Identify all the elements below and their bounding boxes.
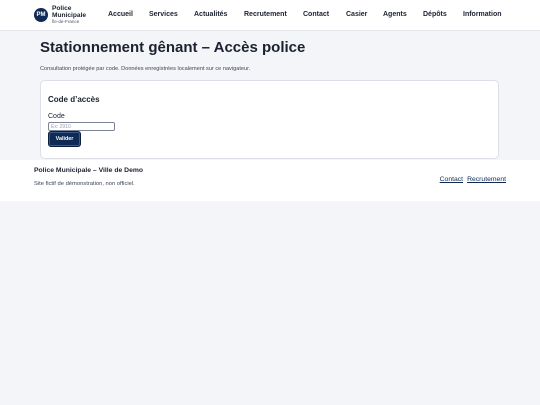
nav-item-casier[interactable]: Casier	[346, 11, 367, 18]
nav-item-services[interactable]: Services	[149, 11, 178, 18]
nav-item-information[interactable]: Information	[463, 11, 502, 18]
nav-item-actualites[interactable]: Actualités	[194, 11, 227, 18]
footer-links: Contact Recrutement	[440, 176, 506, 183]
code-label: Code	[48, 113, 65, 120]
site-footer: Police Municipale – Ville de Demo Site f…	[0, 160, 540, 201]
nav-item-depots[interactable]: Dépôts	[423, 11, 447, 18]
footer-title: Police Municipale – Ville de Demo	[34, 167, 144, 174]
footer-note: Site fictif de démonstration, non offici…	[34, 181, 135, 187]
nav-item-contact[interactable]: Contact	[303, 11, 329, 18]
site-header: PM Police Municipale Île-de-France Accue…	[0, 0, 540, 31]
card-title: Code d’accès	[48, 95, 100, 104]
page-description: Consultation protégée par code. Données …	[40, 66, 251, 72]
main-nav: Accueil Services Actualités Recrutement …	[0, 0, 540, 31]
nav-item-recrutement[interactable]: Recrutement	[244, 11, 287, 18]
footer-link-contact[interactable]: Contact	[440, 176, 463, 183]
nav-item-agents[interactable]: Agents	[383, 11, 407, 18]
page-title: Stationnement gênant – Accès police	[40, 39, 306, 56]
code-input[interactable]	[48, 122, 115, 131]
access-code-card: Code d’accès Code Valider	[40, 80, 499, 159]
footer-link-recrutement[interactable]: Recrutement	[467, 176, 506, 183]
nav-item-accueil[interactable]: Accueil	[108, 11, 133, 18]
submit-button[interactable]: Valider	[48, 131, 81, 147]
